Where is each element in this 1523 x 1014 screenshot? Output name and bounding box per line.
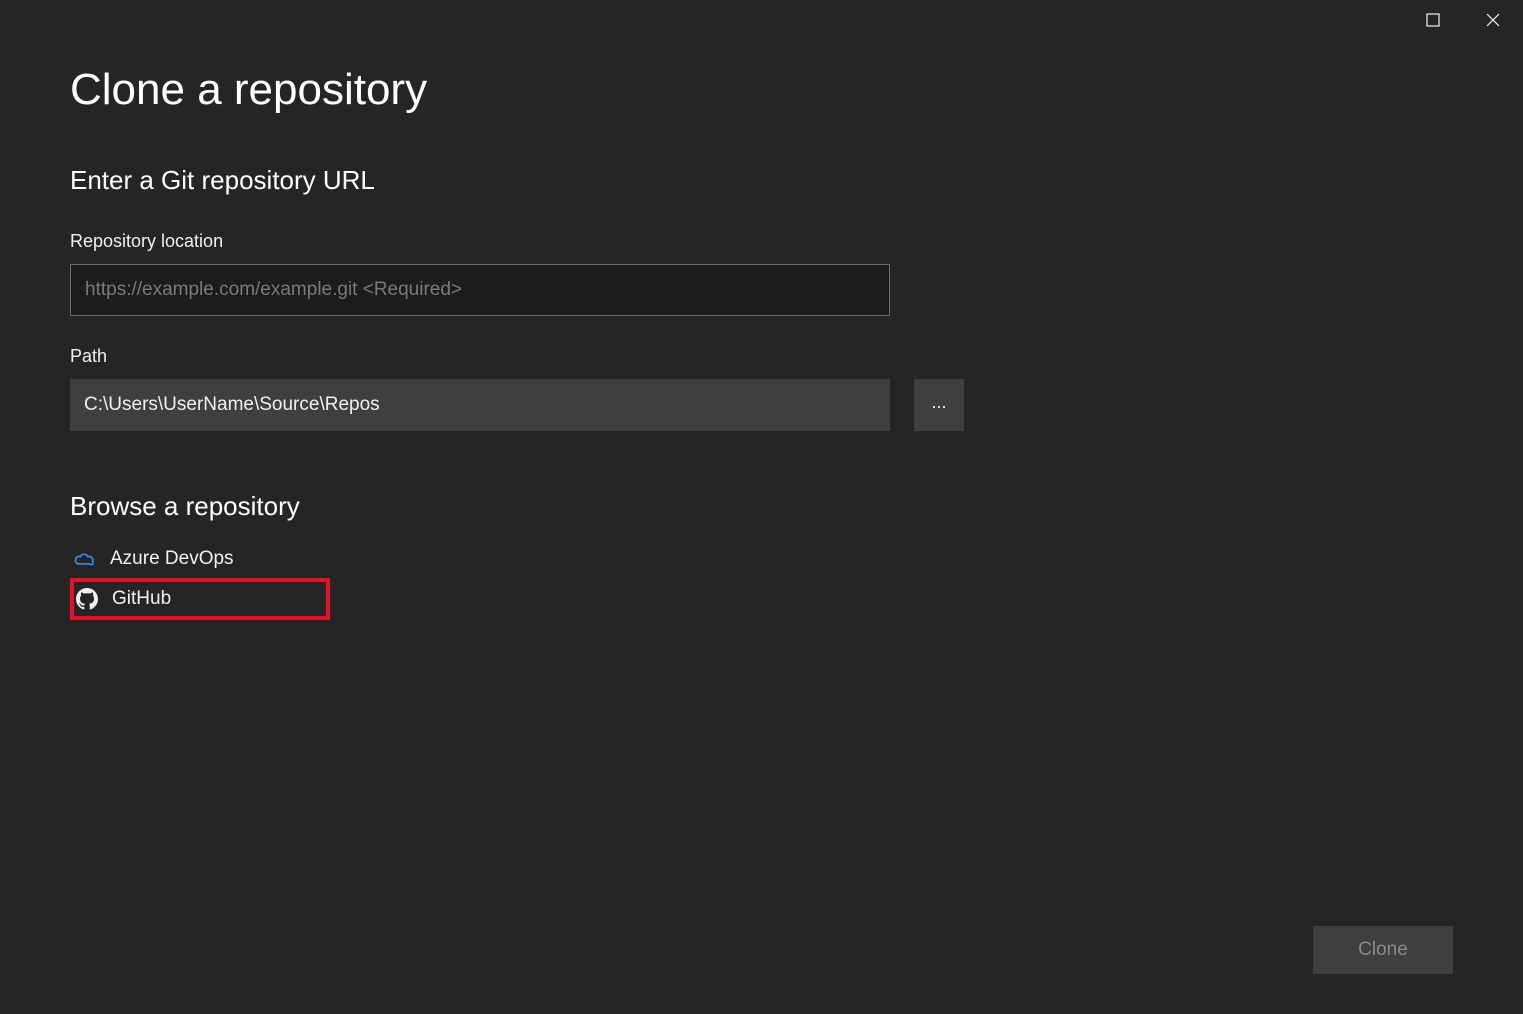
browse-section-title: Browse a repository	[70, 491, 1453, 522]
browse-repository-section: Browse a repository Azure DevOps	[70, 491, 1453, 620]
maximize-icon	[1426, 13, 1440, 32]
dialog-content: Clone a repository Enter a Git repositor…	[0, 0, 1523, 620]
page-title: Clone a repository	[70, 65, 1453, 115]
repo-location-input[interactable]	[70, 264, 890, 316]
path-input[interactable]	[70, 379, 890, 431]
provider-label: Azure DevOps	[110, 548, 234, 570]
path-field: Path ...	[70, 346, 1453, 431]
close-icon	[1486, 13, 1500, 32]
dialog-window: Clone a repository Enter a Git repositor…	[0, 0, 1523, 1014]
provider-item-github[interactable]: GitHub	[70, 578, 330, 620]
provider-item-azure-devops[interactable]: Azure DevOps	[70, 540, 330, 578]
repo-location-field: Repository location	[70, 231, 1453, 316]
close-button[interactable]	[1463, 0, 1523, 45]
path-label: Path	[70, 346, 1453, 367]
dialog-footer: Clone	[1313, 926, 1453, 974]
provider-label: GitHub	[112, 588, 171, 610]
path-row: ...	[70, 379, 1453, 431]
browse-path-button[interactable]: ...	[914, 379, 964, 431]
repo-location-label: Repository location	[70, 231, 1453, 252]
github-icon	[76, 588, 98, 610]
maximize-button[interactable]	[1403, 0, 1463, 45]
section-subtitle: Enter a Git repository URL	[70, 165, 1453, 196]
clone-button[interactable]: Clone	[1313, 926, 1453, 974]
cloud-icon	[74, 548, 96, 570]
window-controls	[1403, 0, 1523, 45]
provider-list: Azure DevOps GitHub	[70, 540, 1453, 620]
